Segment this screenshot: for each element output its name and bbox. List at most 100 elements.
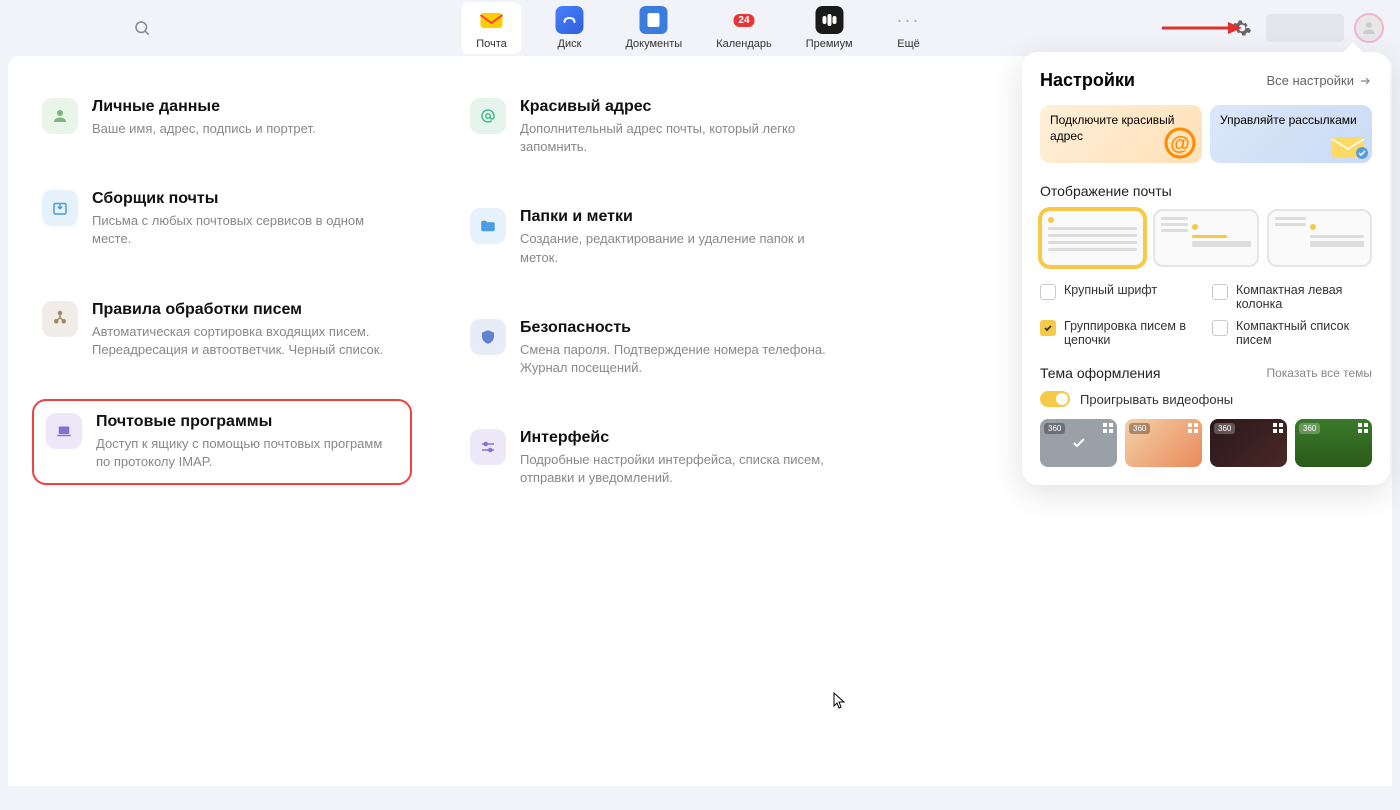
display-section-label: Отображение почты <box>1040 183 1372 199</box>
check-icon <box>1043 323 1053 333</box>
setting-title: Почтовые программы <box>96 413 398 431</box>
search-button[interactable] <box>126 12 158 44</box>
theme-360-badge: 360 <box>1299 423 1320 434</box>
theme-thumbnails: 360 360 360 360 <box>1040 419 1372 467</box>
setting-desc: Ваше имя, адрес, подпись и портрет. <box>92 120 402 138</box>
setting-desc: Смена пароля. Подтверждение номера телеф… <box>520 341 830 377</box>
cursor-icon <box>833 692 847 710</box>
theme-orange[interactable]: 360 <box>1125 419 1202 467</box>
annotation-arrow-settings <box>1162 18 1242 38</box>
setting-desc: Письма с любых почтовых сервисов в одном… <box>92 212 402 248</box>
check-large-font[interactable]: Крупный шрифт <box>1040 283 1200 311</box>
nav-label: Документы <box>625 38 682 50</box>
setting-rules[interactable]: Правила обработки писем Автоматическая с… <box>32 291 412 369</box>
layout-option-1[interactable] <box>1040 209 1145 267</box>
grid-icon <box>1103 423 1113 433</box>
setting-desc: Создание, редактирование и удаление папо… <box>520 230 830 266</box>
nav-label: Календарь <box>716 38 772 50</box>
promo-subscriptions[interactable]: Управляйте рассылками <box>1210 105 1372 163</box>
envelope-decoration-icon <box>1328 131 1368 161</box>
avatar-icon <box>1360 19 1378 37</box>
nav-tab-mail[interactable]: Почта <box>461 2 521 54</box>
branch-icon <box>42 301 78 337</box>
grid-icon <box>1188 423 1198 433</box>
promo-text: Подключите красивый адрес <box>1050 113 1175 143</box>
nav-tab-disk[interactable]: Диск <box>539 2 599 54</box>
setting-mail-collector[interactable]: Сборщик почты Письма с любых почтовых се… <box>32 180 412 258</box>
toggle-label: Проигрывать видеофоны <box>1080 392 1233 407</box>
layout-option-2[interactable] <box>1153 209 1258 267</box>
check-group-threads[interactable]: Группировка писем в цепочки <box>1040 319 1200 347</box>
setting-personal-data[interactable]: Личные данные Ваше имя, адрес, подпись и… <box>32 88 412 148</box>
video-toggle-row: Проигрывать видеофоны <box>1040 391 1372 407</box>
setting-desc: Доступ к ящику с помощью почтовых програ… <box>96 435 398 471</box>
nav-tab-docs[interactable]: Документы <box>617 2 690 54</box>
nav-tab-premium[interactable]: Премиум <box>798 2 861 54</box>
avatar[interactable] <box>1354 13 1384 43</box>
calendar-icon: 24 <box>730 6 758 34</box>
display-checkboxes: Крупный шрифт Компактная левая колонка Г… <box>1040 283 1372 347</box>
setting-title: Сборщик почты <box>92 190 402 208</box>
setting-title: Безопасность <box>520 319 830 337</box>
documents-icon <box>640 6 668 34</box>
sliders-icon <box>470 429 506 465</box>
setting-desc: Дополнительный адрес почты, который легк… <box>520 120 830 156</box>
video-toggle[interactable] <box>1040 391 1070 407</box>
settings-panel: Настройки Все настройки Подключите краси… <box>1022 52 1390 485</box>
theme-section-label: Тема оформления <box>1040 365 1160 381</box>
setting-title: Личные данные <box>92 98 402 116</box>
setting-mail-programs[interactable]: Почтовые программы Доступ к ящику с помо… <box>32 399 412 485</box>
layout-option-3[interactable] <box>1267 209 1372 267</box>
setting-pretty-address[interactable]: Красивый адрес Дополнительный адрес почт… <box>460 88 840 166</box>
setting-desc: Автоматическая сортировка входящих писем… <box>92 323 402 359</box>
more-icon: ··· <box>895 6 923 34</box>
user-info-box[interactable] <box>1266 14 1344 42</box>
theme-header: Тема оформления Показать все темы <box>1040 365 1372 381</box>
promo-cards: Подключите красивый адрес @ Управляйте р… <box>1040 105 1372 163</box>
checkbox[interactable] <box>1212 320 1228 336</box>
setting-text: Почтовые программы Доступ к ящику с помо… <box>96 413 398 471</box>
setting-interface[interactable]: Интерфейс Подробные настройки интерфейса… <box>460 419 840 497</box>
nav-tab-more[interactable]: ··· Ещё <box>879 2 939 54</box>
setting-title: Красивый адрес <box>520 98 830 116</box>
settings-column-left: Личные данные Ваше имя, адрес, подпись и… <box>32 88 412 754</box>
all-settings-label: Все настройки <box>1266 73 1354 88</box>
nav-tab-calendar[interactable]: 24 Календарь <box>708 2 780 54</box>
panel-header: Настройки Все настройки <box>1040 70 1372 91</box>
check-compact-left[interactable]: Компактная левая колонка <box>1212 283 1372 311</box>
check-label: Компактная левая колонка <box>1236 283 1372 311</box>
folder-icon <box>470 208 506 244</box>
person-icon <box>42 98 78 134</box>
grid-icon <box>1273 423 1283 433</box>
setting-text: Правила обработки писем Автоматическая с… <box>92 301 402 359</box>
setting-title: Правила обработки писем <box>92 301 402 319</box>
check-label: Крупный шрифт <box>1064 283 1157 297</box>
setting-folders[interactable]: Папки и метки Создание, редактирование и… <box>460 198 840 276</box>
arrow-right-icon <box>1358 74 1372 88</box>
setting-security[interactable]: Безопасность Смена пароля. Подтверждение… <box>460 309 840 387</box>
promo-pretty-address[interactable]: Подключите красивый адрес @ <box>1040 105 1202 163</box>
checkbox[interactable] <box>1212 284 1228 300</box>
checkbox[interactable] <box>1040 320 1056 336</box>
promo-text: Управляйте рассылками <box>1220 113 1357 127</box>
all-settings-link[interactable]: Все настройки <box>1266 73 1372 88</box>
theme-dark[interactable]: 360 <box>1210 419 1287 467</box>
layout-options <box>1040 209 1372 267</box>
setting-title: Папки и метки <box>520 208 830 226</box>
premium-icon <box>815 6 843 34</box>
disk-icon <box>555 6 583 34</box>
check-label: Компактный список писем <box>1236 319 1372 347</box>
at-icon <box>470 98 506 134</box>
search-icon <box>133 19 151 37</box>
theme-gray[interactable]: 360 <box>1040 419 1117 467</box>
at-decoration-icon: @ <box>1162 125 1198 161</box>
setting-text: Интерфейс Подробные настройки интерфейса… <box>520 429 830 487</box>
checkbox[interactable] <box>1040 284 1056 300</box>
check-compact-list[interactable]: Компактный список писем <box>1212 319 1372 347</box>
nav-label: Диск <box>558 38 582 50</box>
theme-green[interactable]: 360 <box>1295 419 1372 467</box>
setting-text: Сборщик почты Письма с любых почтовых се… <box>92 190 402 248</box>
header-right <box>1228 13 1384 43</box>
show-all-themes-link[interactable]: Показать все темы <box>1266 366 1372 380</box>
calendar-badge: 24 <box>733 14 754 27</box>
